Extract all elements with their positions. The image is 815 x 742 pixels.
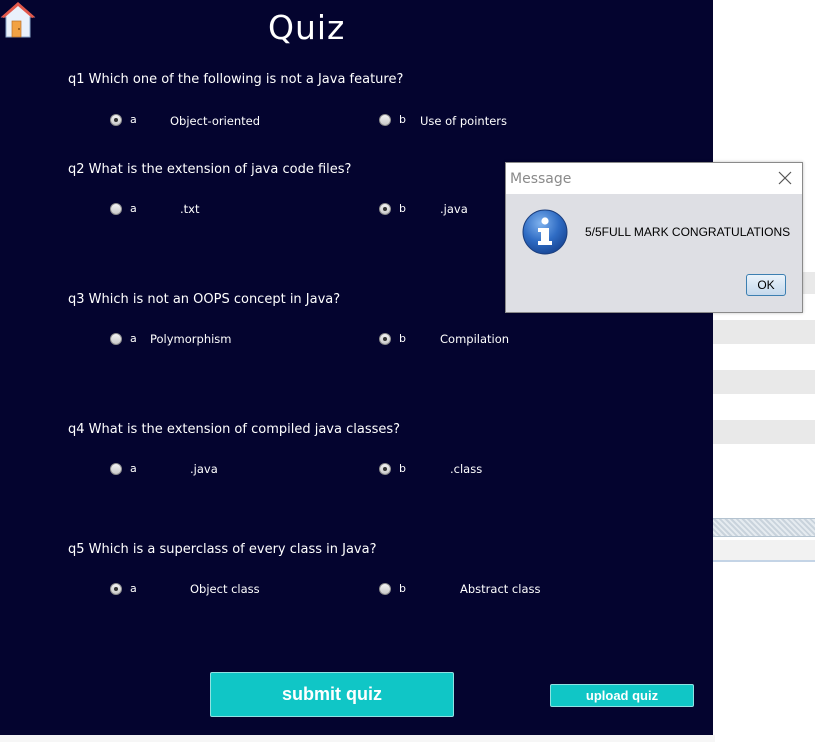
question-5-text: q5 Which is a superclass of every class … [68, 542, 377, 557]
q1-option-a-label: Object-oriented [170, 114, 261, 128]
question-1-text: q1 Which one of the following is not a J… [68, 72, 404, 87]
question-2-text: q2 What is the extension of java code fi… [68, 162, 352, 177]
dialog-title: Message [510, 171, 572, 187]
q3-option-a-label: Polymorphism [150, 332, 232, 346]
q4-option-a-radio[interactable]: a [110, 462, 137, 475]
quiz-panel: Quiz q1 Which one of the following is no… [0, 0, 713, 735]
q1-option-b-radio[interactable]: b [379, 113, 406, 126]
panel-bottom-edge [0, 735, 715, 742]
close-icon[interactable] [776, 169, 794, 187]
q1-option-b-label: Use of pointers [420, 114, 508, 128]
question-4-text: q4 What is the extension of compiled jav… [68, 422, 401, 437]
dialog-message: 5/5FULL MARK CONGRATULATIONS [585, 225, 791, 239]
q5-option-b-label: Abstract class [460, 582, 541, 596]
q2-option-a-label: .txt [180, 202, 200, 216]
upload-quiz-button[interactable]: upload quiz [550, 684, 694, 707]
q5-option-a-radio[interactable]: a [110, 582, 137, 595]
list-row [713, 420, 815, 444]
q2-option-b-label: .java [440, 202, 468, 216]
message-dialog: Message 5/5FULL MARK CONGRATULATIONS OK [505, 162, 803, 313]
progress-bar [713, 518, 815, 537]
q5-option-b-radio[interactable]: b [379, 582, 406, 595]
q5-option-a-label: Object class [190, 582, 260, 596]
ok-button[interactable]: OK [746, 274, 786, 296]
question-3-text: q3 Which is not an OOPS concept in Java? [68, 292, 341, 307]
q4-option-b-label: .class [450, 462, 483, 476]
q1-option-a-radio[interactable]: a [110, 113, 137, 126]
q3-option-b-radio[interactable]: b [379, 332, 406, 345]
dialog-titlebar[interactable]: Message [506, 163, 802, 194]
q2-option-a-radio[interactable]: a [110, 202, 137, 215]
info-icon [522, 209, 568, 255]
q3-option-b-label: Compilation [440, 332, 510, 346]
list-row [713, 370, 815, 394]
list-row [713, 320, 815, 344]
q3-option-a-radio[interactable]: a [110, 332, 137, 345]
q2-option-b-radio[interactable]: b [379, 202, 406, 215]
status-bar [713, 540, 815, 562]
home-icon[interactable] [0, 0, 36, 40]
q4-option-a-label: .java [190, 462, 218, 476]
page-title: Quiz [268, 8, 346, 47]
q4-option-b-radio[interactable]: b [379, 462, 406, 475]
submit-quiz-button[interactable]: submit quiz [210, 672, 454, 717]
